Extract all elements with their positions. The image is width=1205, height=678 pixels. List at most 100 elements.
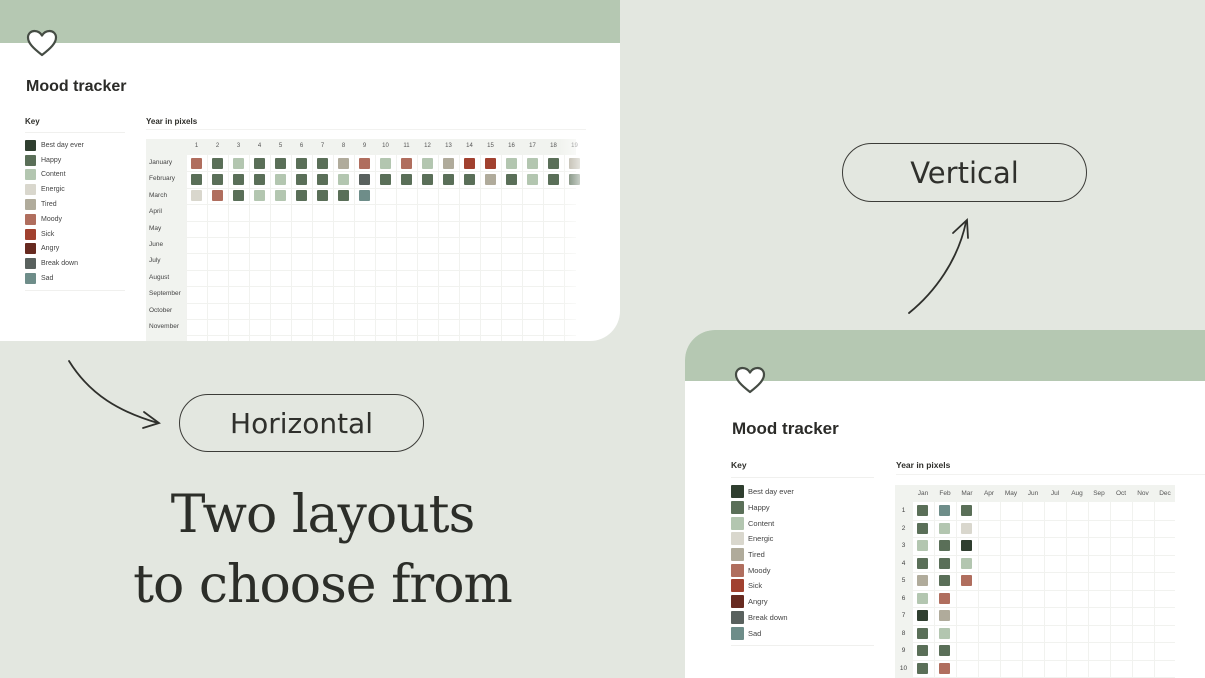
mood-cell[interactable] (274, 157, 286, 169)
mood-cell[interactable] (379, 173, 391, 185)
mood-cell[interactable] (358, 157, 370, 169)
mood-cell[interactable] (463, 157, 475, 169)
year-in-pixels-grid: Jan Feb Mar Apr May Jun Jul Aug Sep Oct Nov Dec 1 2 3 4… (895, 485, 1175, 678)
mood-cell[interactable] (190, 157, 202, 169)
key-item-label: Sick (41, 230, 55, 238)
mood-cell[interactable] (253, 190, 265, 202)
grid-line (186, 237, 576, 238)
mood-swatch (25, 273, 36, 285)
mood-cell[interactable] (484, 157, 496, 169)
mood-cell[interactable] (379, 157, 391, 169)
key-item: Content (25, 168, 125, 183)
key-item-label: Tired (41, 201, 57, 209)
mood-cell[interactable] (961, 505, 972, 516)
mood-cell[interactable] (939, 557, 950, 569)
grid-line (228, 155, 229, 341)
mood-cell[interactable] (442, 173, 454, 185)
mood-cell[interactable] (295, 157, 307, 169)
mood-cell[interactable] (917, 505, 928, 516)
grid-line (912, 519, 1175, 521)
mood-cell[interactable] (917, 627, 928, 639)
mood-cell[interactable] (253, 173, 265, 185)
mood-cell[interactable] (961, 557, 972, 569)
grid-line (249, 155, 250, 341)
mood-cell[interactable] (211, 157, 223, 169)
mood-cell[interactable] (505, 173, 517, 185)
mood-cell[interactable] (421, 173, 433, 185)
day-row-label: 6 (901, 594, 906, 602)
mood-cell[interactable] (917, 592, 928, 604)
mood-cell[interactable] (917, 610, 928, 621)
grid-line (186, 253, 576, 255)
mood-swatch (25, 169, 36, 181)
mood-cell[interactable] (463, 173, 475, 185)
mood-cell[interactable] (337, 157, 349, 169)
day-row-label: 5 (901, 577, 906, 584)
month-row-label: July (149, 257, 161, 265)
mood-cell[interactable] (400, 157, 412, 169)
mood-cell[interactable] (211, 173, 223, 185)
mood-cell[interactable] (939, 627, 950, 639)
mood-cell[interactable] (526, 173, 538, 185)
mood-cell[interactable] (232, 157, 244, 169)
mood-cell[interactable] (961, 522, 972, 534)
mood-cell[interactable] (917, 575, 928, 586)
day-column-label: 10 (382, 143, 389, 149)
mood-cell[interactable] (917, 557, 928, 569)
mood-cell[interactable] (316, 157, 328, 169)
mood-cell[interactable] (421, 157, 433, 169)
mood-cell[interactable] (917, 662, 928, 674)
mood-cell[interactable] (358, 173, 370, 185)
mood-cell[interactable] (939, 645, 950, 656)
mood-cell[interactable] (939, 522, 950, 534)
mood-cell[interactable] (917, 645, 928, 656)
grid-line (912, 659, 1175, 661)
mood-cell[interactable] (274, 190, 286, 202)
key-item-label: Energic (41, 186, 65, 194)
day-row-label: 9 (901, 647, 906, 654)
mood-cell[interactable] (316, 173, 328, 185)
mood-cell[interactable] (295, 173, 307, 185)
vertical-label: Vertical (842, 143, 1087, 202)
mood-cell[interactable] (232, 190, 244, 202)
mood-cell[interactable] (295, 190, 307, 202)
month-column-label: Aug (1071, 490, 1083, 497)
mood-cell[interactable] (484, 173, 496, 185)
mood-cell[interactable] (358, 190, 370, 202)
month-row-label: November (149, 323, 179, 330)
month-column-label: Jan (917, 490, 929, 497)
mood-cell[interactable] (337, 190, 349, 202)
mood-cell[interactable] (939, 592, 950, 604)
mood-cell[interactable] (253, 157, 265, 169)
mood-cell[interactable] (190, 190, 202, 202)
mood-cell[interactable] (190, 173, 202, 185)
mood-cell[interactable] (961, 575, 972, 586)
mood-cell[interactable] (939, 610, 950, 621)
mood-cell[interactable] (505, 157, 517, 169)
mood-cell[interactable] (211, 190, 223, 202)
day-row-label: 2 (901, 524, 906, 532)
mood-cell[interactable] (337, 173, 349, 185)
key-item-label: Sad (748, 628, 762, 638)
mood-cell[interactable] (316, 190, 328, 202)
arrow-to-vertical-icon (908, 218, 969, 314)
key-item: Tired (25, 197, 125, 212)
mood-cell[interactable] (400, 173, 412, 185)
mood-cell[interactable] (961, 540, 972, 551)
mood-cell[interactable] (917, 540, 928, 551)
mood-cell[interactable] (274, 173, 286, 185)
mood-cell[interactable] (939, 505, 950, 516)
key-item-label: Happy (748, 503, 770, 513)
month-row-label: October (149, 306, 173, 314)
mood-cell[interactable] (442, 157, 454, 169)
mood-cell[interactable] (939, 540, 950, 551)
mood-swatch (731, 563, 744, 577)
mood-cell[interactable] (547, 157, 559, 169)
mood-cell[interactable] (917, 522, 928, 534)
mood-cell[interactable] (939, 575, 950, 586)
mood-cell[interactable] (547, 173, 559, 185)
mood-cell[interactable] (939, 662, 950, 674)
mood-cell[interactable] (232, 173, 244, 185)
mood-cell[interactable] (526, 157, 538, 169)
grid-line (270, 155, 271, 341)
